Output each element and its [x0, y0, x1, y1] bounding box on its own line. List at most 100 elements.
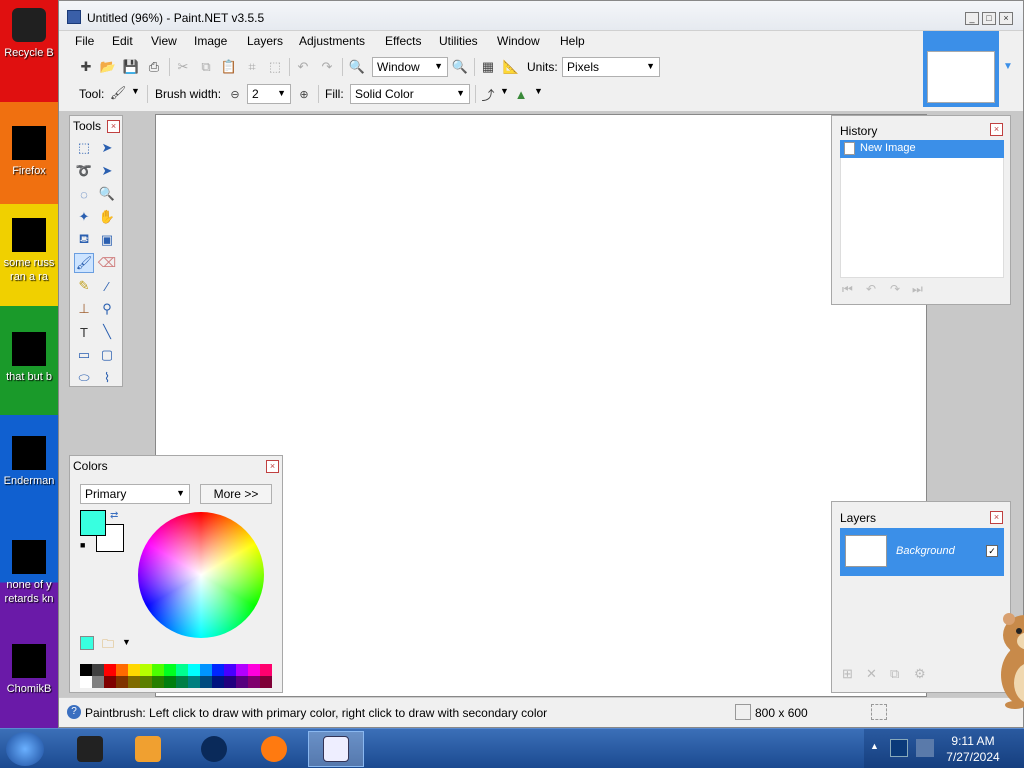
crop-icon[interactable]: ⌗: [243, 58, 261, 76]
taskbar-app-1[interactable]: [62, 731, 118, 767]
minimize-button[interactable]: _: [965, 12, 979, 25]
copy-icon[interactable]: ⧉: [197, 58, 215, 76]
zoom-in-icon[interactable]: 🔍: [451, 58, 469, 76]
freeform-shape-icon[interactable]: ⌇: [97, 368, 117, 388]
palette-swatch[interactable]: [128, 664, 140, 676]
palette-swatch[interactable]: [212, 676, 224, 688]
maximize-button[interactable]: □: [982, 12, 996, 25]
clock[interactable]: 9:11 AM 7/27/2024: [946, 733, 1000, 765]
start-button[interactable]: [6, 732, 44, 766]
history-redo-icon[interactable]: ↷: [890, 282, 900, 296]
palette-swatch[interactable]: [140, 664, 152, 676]
palette-swatch[interactable]: [92, 664, 104, 676]
palette-swatch[interactable]: [104, 676, 116, 688]
palette-swatch[interactable]: [212, 664, 224, 676]
menu-window[interactable]: Window: [497, 34, 540, 48]
paintbrush-tool-icon[interactable]: 🖌: [74, 253, 94, 273]
taskbar-media-player[interactable]: [120, 731, 176, 767]
recolor-icon[interactable]: ⚲: [97, 299, 117, 319]
chevron-down-icon[interactable]: ▼: [534, 86, 543, 96]
desktop-icon-firefox[interactable]: Firefox: [0, 126, 58, 178]
color-picker-icon[interactable]: ⁄: [97, 276, 117, 296]
reset-colors-icon[interactable]: ■: [80, 540, 85, 550]
taskbar-paintnet[interactable]: [308, 731, 364, 767]
menu-help[interactable]: Help: [560, 34, 585, 48]
redo-icon[interactable]: ↷: [318, 58, 336, 76]
desktop-icon-chomik[interactable]: ChomikB: [0, 644, 58, 696]
palette-swatch[interactable]: [116, 664, 128, 676]
layer-properties-icon[interactable]: ⚙: [914, 666, 926, 682]
taskbar-firefox[interactable]: [246, 731, 302, 767]
deselect-icon[interactable]: ⬚: [266, 58, 284, 76]
paintbrush-icon[interactable]: 🖌: [109, 84, 127, 102]
palette-swatch[interactable]: [176, 676, 188, 688]
history-last-icon[interactable]: ⏭: [912, 282, 923, 297]
zoom-out-icon[interactable]: 🔍: [348, 58, 366, 76]
menu-image[interactable]: Image: [194, 34, 227, 48]
palette-swatch[interactable]: [104, 664, 116, 676]
palette-menu-icon[interactable]: 🗀: [102, 635, 114, 656]
volume-icon[interactable]: [916, 739, 934, 757]
save-icon[interactable]: 💾: [122, 58, 140, 76]
rectangle-shape-icon[interactable]: ▭: [74, 345, 94, 365]
more-colors-button[interactable]: More >>: [200, 484, 272, 504]
ellipse-select-icon[interactable]: ◌: [74, 184, 94, 204]
rounded-rectangle-icon[interactable]: ▢: [97, 345, 117, 365]
menu-effects[interactable]: Effects: [385, 34, 421, 48]
history-first-icon[interactable]: ⏮: [842, 282, 853, 297]
clone-stamp-icon[interactable]: ⊥: [74, 299, 94, 319]
increase-width-icon[interactable]: ⊕: [295, 85, 313, 103]
history-item[interactable]: New Image: [840, 140, 1004, 158]
text-tool-icon[interactable]: T: [74, 322, 94, 342]
close-icon[interactable]: ×: [107, 120, 120, 133]
palette-swatch[interactable]: [248, 676, 260, 688]
title-bar[interactable]: Untitled (96%) - Paint.NET v3.5.5 _ □ ×: [59, 1, 1023, 31]
chevron-down-icon[interactable]: ▼: [131, 86, 140, 96]
pencil-icon[interactable]: ✎: [74, 276, 94, 296]
palette-swatch[interactable]: [188, 664, 200, 676]
units-dropdown[interactable]: Pixels ▼: [562, 57, 660, 77]
layer-row[interactable]: Background ✓: [840, 528, 1004, 576]
chevron-down-icon[interactable]: ▼: [500, 86, 509, 96]
menu-utilities[interactable]: Utilities: [439, 34, 478, 48]
blend-mode-icon[interactable]: ▲: [512, 85, 530, 103]
zoom-tool-icon[interactable]: 🔍: [97, 184, 117, 204]
move-selection-icon[interactable]: ➤: [97, 161, 117, 181]
gradient-icon[interactable]: ▣: [97, 230, 117, 250]
palette-swatch[interactable]: [236, 664, 248, 676]
magic-wand-icon[interactable]: ✦: [74, 207, 94, 227]
paste-icon[interactable]: 📋: [220, 58, 238, 76]
antialiasing-icon[interactable]: ⤴: [479, 85, 497, 103]
new-file-icon[interactable]: ✚: [77, 58, 95, 76]
add-layer-icon[interactable]: ⊞: [842, 666, 853, 682]
palette-swatch[interactable]: [236, 676, 248, 688]
add-to-palette-icon[interactable]: [80, 636, 94, 650]
palette-swatch[interactable]: [260, 676, 272, 688]
palette-swatch[interactable]: [224, 676, 236, 688]
color-wheel[interactable]: [138, 512, 264, 638]
palette-swatch[interactable]: [224, 664, 236, 676]
grid-icon[interactable]: ▦: [479, 58, 497, 76]
fill-dropdown[interactable]: Solid Color ▼: [350, 84, 470, 104]
primary-color-swatch[interactable]: [80, 510, 106, 536]
swap-colors-icon[interactable]: ⇄: [110, 510, 118, 521]
palette-swatch[interactable]: [80, 664, 92, 676]
desktop-icon-enderman[interactable]: Enderman: [0, 436, 58, 488]
palette-swatch[interactable]: [176, 664, 188, 676]
ruler-icon[interactable]: 📐: [502, 58, 520, 76]
pan-hand-icon[interactable]: ✋: [97, 207, 117, 227]
line-curve-icon[interactable]: ╲: [97, 322, 117, 342]
close-icon[interactable]: ×: [990, 123, 1003, 136]
show-hidden-icons-icon[interactable]: ▲: [870, 741, 879, 751]
zoom-dropdown[interactable]: Window ▼: [372, 57, 448, 77]
palette-swatch[interactable]: [188, 676, 200, 688]
color-mode-dropdown[interactable]: Primary ▼: [80, 484, 190, 504]
paint-bucket-icon[interactable]: ⛾: [74, 230, 94, 250]
lasso-select-icon[interactable]: ➰: [74, 161, 94, 181]
duplicate-layer-icon[interactable]: ⧉: [890, 666, 899, 682]
palette-swatch[interactable]: [152, 664, 164, 676]
palette-swatch[interactable]: [152, 676, 164, 688]
menu-view[interactable]: View: [151, 34, 177, 48]
palette-swatch[interactable]: [128, 676, 140, 688]
open-folder-icon[interactable]: 📂: [99, 58, 117, 76]
